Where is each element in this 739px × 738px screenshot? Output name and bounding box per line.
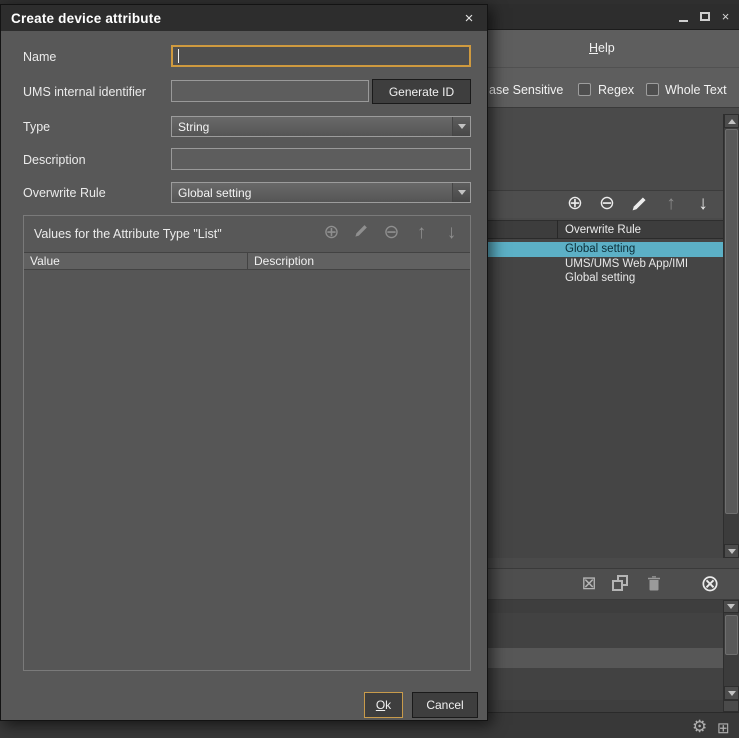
minimize-icon [679, 20, 688, 22]
dialog-close-icon[interactable]: × [461, 10, 477, 27]
type-label: Type [23, 120, 50, 134]
clear-box-icon[interactable]: ⊠ [578, 573, 600, 594]
row-text: UMS/UMS Web App/IMI [565, 258, 688, 270]
maximize-icon [700, 12, 710, 21]
ok-label: O [376, 698, 385, 712]
close-circle-icon[interactable]: ⊗ [699, 571, 721, 595]
values-panel: Values for the Attribute Type "List" ⊕ ⊖… [23, 215, 471, 671]
name-label: Name [23, 50, 56, 64]
row-text: Global setting [565, 243, 635, 255]
name-input[interactable] [171, 45, 471, 67]
copy-icon[interactable] [610, 575, 632, 598]
add-circle-icon[interactable]: ⊕ [321, 222, 342, 243]
case-sensitive-label: ase Sensitive [489, 83, 563, 97]
screen: × Help ase Sensitive Regex Whole Text ⊕ … [0, 0, 739, 738]
regex-label: Regex [598, 83, 634, 97]
gear-icon[interactable]: ⚙ [692, 717, 707, 737]
scrollbar-thumb[interactable] [725, 615, 738, 655]
help-label-rest: elp [598, 41, 615, 55]
ums-id-label: UMS internal identifier [23, 85, 146, 99]
remove-circle-icon[interactable]: ⊖ [596, 193, 618, 214]
minimize-button[interactable] [675, 8, 692, 25]
text-caret [178, 49, 179, 63]
whole-text-label: Whole Text [665, 83, 727, 97]
cancel-button[interactable]: Cancel [412, 692, 478, 718]
type-selected-value: String [172, 117, 452, 136]
maximize-button[interactable] [696, 8, 713, 25]
description-label: Description [23, 153, 86, 167]
help-label: H [589, 41, 598, 55]
scrollbar-down-icon[interactable] [723, 600, 739, 613]
chevron-down-icon [452, 183, 470, 202]
dialog-titlebar[interactable]: Create device attribute × [1, 5, 487, 31]
regex-checkbox[interactable] [578, 83, 591, 96]
move-down-icon[interactable]: ↓ [692, 193, 714, 214]
generate-id-button[interactable]: Generate ID [372, 79, 471, 104]
scroll-corner [723, 700, 739, 712]
move-down-icon[interactable]: ↓ [441, 222, 462, 243]
values-table-header: Value Description [24, 252, 470, 270]
values-column-value[interactable]: Value [24, 253, 248, 269]
scrollbar-thumb[interactable] [725, 129, 738, 514]
overwrite-rule-label: Overwrite Rule [23, 186, 106, 200]
window-controls: × [675, 8, 734, 25]
values-panel-toolbar: ⊕ ⊖ ↑ ↓ [321, 222, 462, 243]
add-circle-icon[interactable]: ⊕ [564, 193, 586, 214]
chevron-down-icon [452, 117, 470, 136]
lower-panel-scrollbar[interactable] [723, 613, 739, 700]
window-close-button[interactable]: × [717, 8, 734, 25]
delete-trash-icon[interactable] [643, 575, 665, 596]
scrollbar-down-icon[interactable] [724, 686, 739, 700]
close-icon: × [722, 8, 730, 25]
overwrite-rule-selected-value: Global setting [172, 183, 452, 202]
edit-pencil-icon[interactable] [351, 222, 372, 243]
row-text: Global setting [565, 272, 635, 284]
move-up-icon[interactable]: ↑ [411, 222, 432, 243]
scrollbar-up-icon[interactable] [724, 114, 739, 128]
ok-button[interactable]: Ok [364, 692, 403, 718]
values-column-description[interactable]: Description [248, 253, 470, 269]
type-dropdown[interactable]: String [171, 116, 471, 137]
whole-text-checkbox[interactable] [646, 83, 659, 96]
scrollbar-down-icon[interactable] [724, 544, 739, 558]
ums-id-input[interactable] [171, 80, 369, 102]
help-button[interactable]: Help [589, 41, 615, 55]
overwrite-rule-dropdown[interactable]: Global setting [171, 182, 471, 203]
move-up-icon[interactable]: ↑ [660, 193, 682, 214]
edit-pencil-icon[interactable] [628, 195, 650, 217]
dialog-body: Name UMS internal identifier Generate ID… [1, 31, 487, 720]
settings-grid-icon[interactable]: ⊞ [717, 719, 730, 737]
values-panel-title: Values for the Attribute Type "List" [34, 227, 222, 241]
description-input[interactable] [171, 148, 471, 170]
values-table-body[interactable] [24, 270, 470, 670]
remove-circle-icon[interactable]: ⊖ [381, 222, 402, 243]
column-separator [557, 220, 558, 239]
create-device-attribute-dialog: Create device attribute × Name UMS inter… [0, 4, 488, 721]
dialog-title: Create device attribute [11, 11, 161, 26]
ok-label-rest: k [385, 698, 391, 712]
results-scrollbar[interactable] [723, 114, 739, 558]
